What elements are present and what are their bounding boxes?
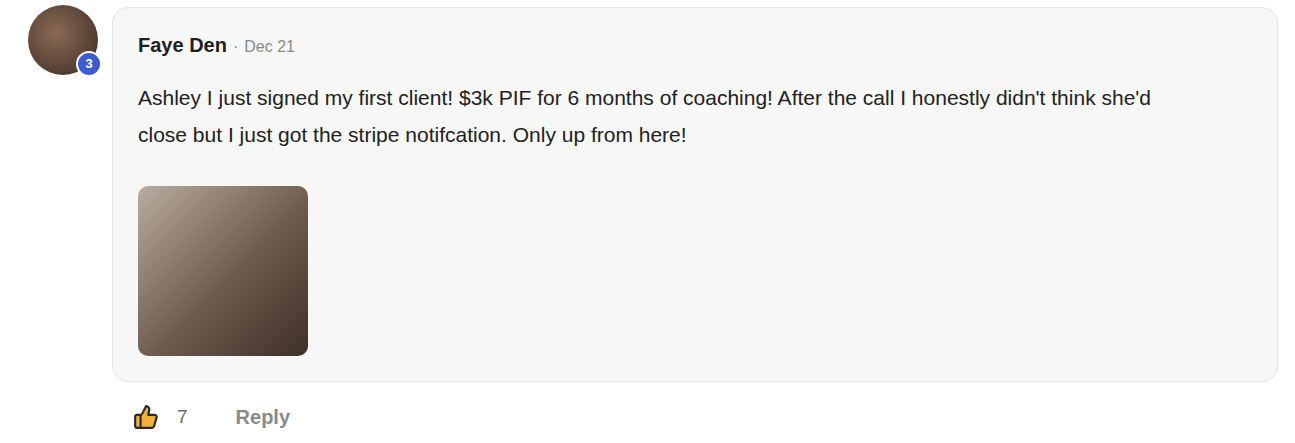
level-badge: 3 [76, 51, 102, 77]
avatar[interactable]: 3 [28, 5, 98, 75]
reply-button[interactable]: Reply [236, 402, 290, 432]
like-count: 7 [177, 403, 188, 432]
like-button[interactable]: 7 [133, 403, 188, 432]
comment-header: Faye Den·Dec 21 [138, 31, 1253, 59]
avatar-column: 3 [0, 0, 98, 443]
comment-date: Dec 21 [244, 35, 295, 59]
separator: · [233, 35, 238, 59]
author-name[interactable]: Faye Den [138, 31, 227, 59]
thumbs-up-icon [133, 404, 159, 430]
comment-column: Faye Den·Dec 21 Ashley I just signed my f… [112, 0, 1278, 443]
comment-page: 3 Faye Den·Dec 21 Ashley I just signed my … [0, 0, 1295, 443]
comment-bubble: Faye Den·Dec 21 Ashley I just signed my f… [112, 7, 1278, 382]
gif-attachment[interactable] [138, 186, 308, 356]
comment-text: Ashley I just signed my first client! $3… [138, 79, 1198, 153]
comment-actions: 7 Reply [112, 402, 1278, 432]
